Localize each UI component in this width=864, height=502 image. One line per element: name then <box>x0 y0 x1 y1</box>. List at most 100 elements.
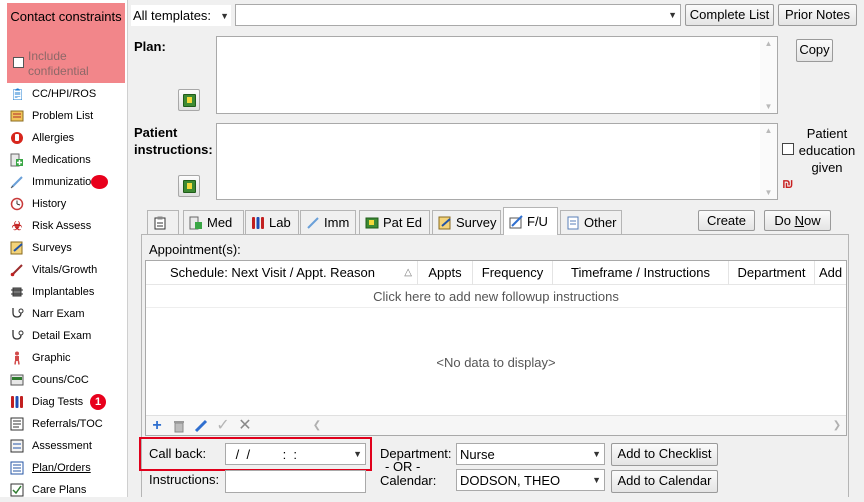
trash-icon[interactable] <box>170 417 188 435</box>
sidebar-item-implantables[interactable]: Implantables <box>8 282 126 304</box>
prior-notes-button[interactable]: Prior Notes <box>778 4 857 26</box>
tab-imm[interactable]: Imm <box>300 210 356 234</box>
include-confidential-checkbox[interactable] <box>13 57 24 68</box>
tab-survey[interactable]: Survey <box>432 210 501 234</box>
department-select[interactable]: Nurse ▼ <box>456 443 605 465</box>
sidebar-item-label: Care Plans <box>32 484 87 496</box>
sidebar-item-care-plans[interactable]: Care Plans <box>8 480 126 502</box>
tab-other[interactable]: Other <box>560 210 622 234</box>
sidebar-item-history[interactable]: History <box>8 194 126 216</box>
sidebar-item-label: Referrals/TOC <box>32 418 103 430</box>
sidebar: Contact constraints Include confidential… <box>0 0 128 497</box>
add-followup-row[interactable]: Click here to add new followup instructi… <box>146 286 846 308</box>
plan-textarea[interactable]: ▲ ▼ <box>216 36 778 114</box>
scroll-left-icon[interactable]: ❮ <box>308 417 326 435</box>
cancel-x-icon[interactable]: ✕ <box>236 417 254 435</box>
sidebar-item-risk-assess[interactable]: ☣ Risk Assess <box>8 216 126 238</box>
sidebar-item-label: Assessment <box>32 440 92 452</box>
contact-constraints-panel[interactable]: Contact constraints Include confidential <box>7 3 125 83</box>
sidebar-item-label: CC/HPI/ROS <box>32 88 97 100</box>
appointments-grid[interactable]: Schedule: Next Visit / Appt. Reason △ Ap… <box>145 260 847 436</box>
sidebar-item-detail-exam[interactable]: Detail Exam <box>8 326 126 348</box>
edit-pencil-icon[interactable] <box>192 417 210 435</box>
column-header-appts[interactable]: Appts <box>418 261 473 285</box>
sidebar-item-diag-tests[interactable]: Diag Tests 1 <box>8 392 126 414</box>
syringe-icon <box>10 175 24 189</box>
calendar-label: Calendar: <box>380 473 437 488</box>
column-header-schedule[interactable]: Schedule: Next Visit / Appt. Reason △ <box>146 261 418 285</box>
column-header-label: Schedule: Next Visit / Appt. Reason <box>170 265 375 280</box>
sidebar-item-problem-list[interactable]: Problem List <box>8 106 126 128</box>
include-confidential-label: Include confidential <box>28 49 89 78</box>
sidebar-item-referrals-toc[interactable]: Referrals/TOC <box>8 414 126 436</box>
sidebar-item-label: Allergies <box>32 132 75 144</box>
orders-icon <box>10 461 24 475</box>
sidebar-item-graphic[interactable]: Graphic <box>8 348 126 370</box>
do-now-button[interactable]: Do Now <box>764 210 831 231</box>
sidebar-item-medications[interactable]: Medications <box>8 150 126 172</box>
book-icon <box>183 94 196 107</box>
instructions-label: Instructions: <box>149 472 220 487</box>
tab-pat-ed[interactable]: Pat Ed <box>359 210 430 234</box>
survey-icon <box>438 216 452 230</box>
chevron-down-icon: ▼ <box>353 449 362 459</box>
sidebar-item-narr-exam[interactable]: Narr Exam <box>8 304 126 326</box>
diag-tests-count-badge: 1 <box>90 394 106 410</box>
calendar-select[interactable]: DODSON, THEO ▼ <box>456 469 605 491</box>
plan-scrollbar[interactable]: ▲ ▼ <box>760 37 777 113</box>
counseling-icon <box>10 373 24 387</box>
sidebar-item-label: Detail Exam <box>32 330 92 342</box>
template-combo[interactable]: ▼ <box>235 4 681 26</box>
tab-label: Pat Ed <box>383 215 423 230</box>
sidebar-item-couns-coc[interactable]: Couns/CoC <box>8 370 126 392</box>
tab-label: Lab <box>269 215 291 230</box>
instructions-scrollbar[interactable]: ▲ ▼ <box>760 124 777 199</box>
call-back-value: / / : : <box>232 447 298 462</box>
column-header-department[interactable]: Department <box>729 261 815 285</box>
create-button[interactable]: Create <box>698 210 755 231</box>
scroll-down-icon: ▼ <box>764 188 773 197</box>
tab-fu[interactable]: F/U <box>503 207 558 235</box>
thermometer-icon <box>10 263 24 277</box>
template-select[interactable]: All templates: ▼ <box>131 5 231 26</box>
sidebar-item-surveys[interactable]: Surveys <box>8 238 126 260</box>
sidebar-item-plan-orders[interactable]: Plan/Orders <box>8 458 126 480</box>
clipboard-icon <box>153 216 167 230</box>
sidebar-item-vitals-growth[interactable]: Vitals/Growth <box>8 260 126 282</box>
tab-med[interactable]: Med <box>183 210 244 234</box>
stethoscope-icon <box>10 329 24 343</box>
column-header-add[interactable]: Add <box>815 261 846 285</box>
column-header-frequency[interactable]: Frequency <box>473 261 553 285</box>
patient-instructions-textarea[interactable]: ▲ ▼ <box>216 123 778 200</box>
plan-library-button[interactable] <box>178 89 200 111</box>
sidebar-item-assessment[interactable]: Assessment <box>8 436 126 458</box>
patient-education-checkbox[interactable] <box>782 143 794 155</box>
tab-label: Med <box>207 215 233 230</box>
care-plan-icon <box>10 483 24 497</box>
tab-lab[interactable]: Lab <box>245 210 299 234</box>
sidebar-item-cc-hpi-ros[interactable]: 📋︎ CC/HPI/ROS <box>8 84 126 106</box>
complete-list-button[interactable]: Complete List <box>685 4 774 26</box>
copy-button[interactable]: Copy <box>796 39 833 62</box>
sidebar-item-immunizations[interactable]: Immunizatio <box>8 172 126 194</box>
tab-label: Imm <box>324 215 350 230</box>
add-to-calendar-button[interactable]: Add to Calendar <box>611 470 718 493</box>
template-select-label: All templates: <box>133 8 212 23</box>
scroll-right-icon[interactable]: ❯ <box>828 417 846 435</box>
sidebar-item-label: Diag Tests <box>32 396 84 408</box>
column-header-timeframe[interactable]: Timeframe / Instructions <box>553 261 729 285</box>
education-link-icon[interactable]: ₪ <box>782 177 794 191</box>
test-tubes-icon <box>10 395 24 409</box>
call-back-datetime-input[interactable]: / / : : ▼ <box>225 443 366 465</box>
instructions-input[interactable] <box>225 470 366 493</box>
chevron-down-icon: ▼ <box>592 475 601 485</box>
instructions-library-button[interactable] <box>178 175 200 197</box>
checkmark-icon[interactable]: ✓ <box>214 417 232 435</box>
sidebar-item-allergies[interactable]: Allergies <box>8 128 126 150</box>
tab-clipboard[interactable] <box>147 210 179 234</box>
sidebar-item-label: Immunizatio <box>32 176 92 188</box>
sidebar-item-label: Risk Assess <box>32 220 92 232</box>
add-to-checklist-button[interactable]: Add to Checklist <box>611 443 718 466</box>
medication-icon <box>189 216 203 230</box>
add-icon[interactable]: + <box>148 417 166 435</box>
